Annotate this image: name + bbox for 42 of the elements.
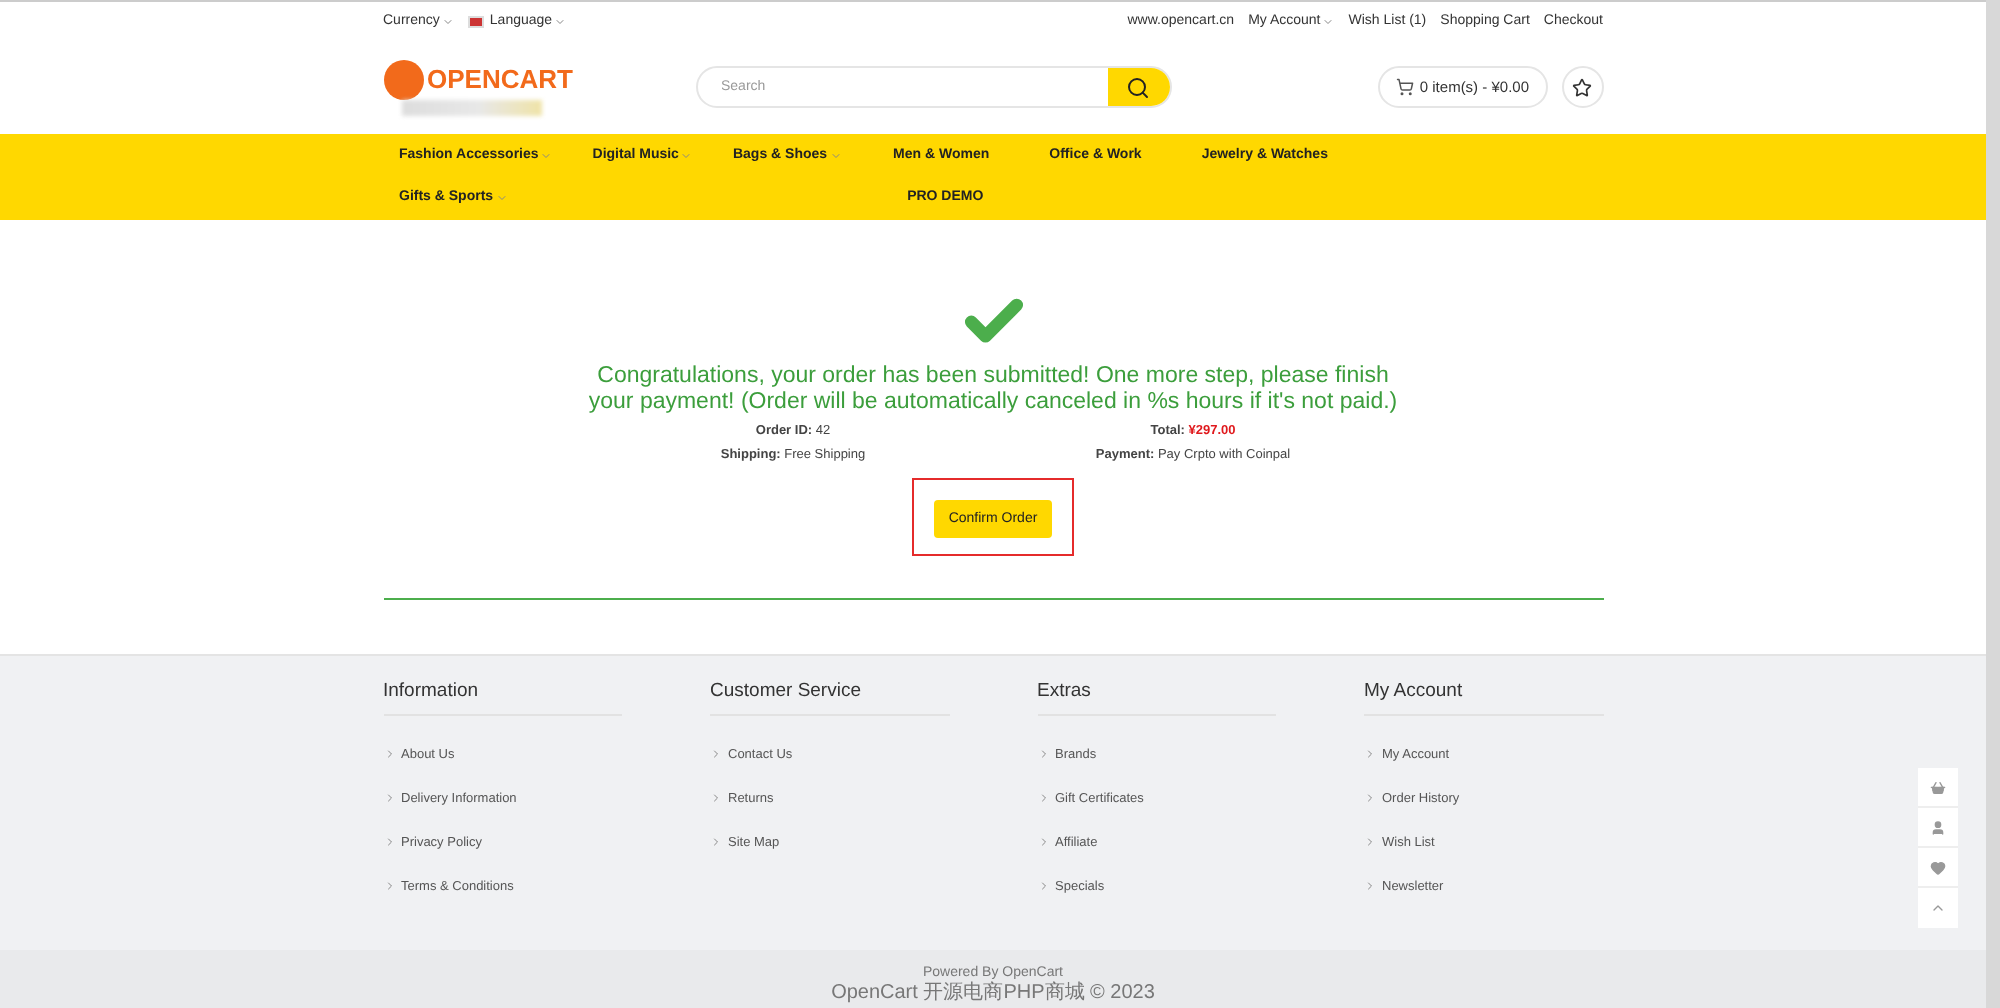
success-message: Congratulations, your order has been submitted! One more step, please finish your payment! (Order will be automatically canceled in %s hours if it's not paid.): [586, 364, 1400, 414]
basket-icon: [1930, 779, 1946, 795]
chevron-right-icon: [383, 836, 395, 848]
copyright-text: OpenCart 开源电商PHP商城 © 2023: [831, 982, 1155, 1004]
chevron-right-icon: [710, 748, 722, 760]
caret-icon: [554, 15, 567, 27]
caret-icon: [441, 15, 454, 27]
cart-icon: [1395, 78, 1414, 96]
chevron-right-icon: [1037, 792, 1049, 804]
footer-heading: Extras: [1037, 680, 1276, 716]
caret-icon: [829, 149, 842, 161]
search-button[interactable]: [1107, 68, 1169, 106]
chevron-right-icon: [1364, 748, 1376, 760]
caret-icon: [1322, 15, 1335, 27]
logo-icon: [383, 59, 423, 99]
chevron-right-icon: [710, 792, 722, 804]
chevron-right-icon: [710, 836, 722, 848]
chevron-right-icon: [383, 792, 395, 804]
chevron-right-icon: [1037, 836, 1049, 848]
star-icon: [1572, 77, 1592, 97]
heart-icon: [1930, 859, 1946, 875]
footer-heading: Customer Service: [710, 680, 949, 716]
caret-icon: [495, 191, 508, 203]
chevron-right-icon: [1364, 836, 1376, 848]
chevron-right-icon: [383, 880, 395, 892]
footer-heading: My Account: [1364, 680, 1603, 716]
side-toolbar-button[interactable]: [1918, 768, 1958, 808]
search-icon: [1126, 75, 1150, 99]
blurred-logo-subtitle: [401, 99, 541, 115]
chevron-right-icon: [383, 748, 395, 760]
caret-icon: [680, 149, 693, 161]
flag-icon: [467, 15, 484, 27]
logo-text: OPENCART: [427, 64, 573, 94]
footer-heading: Information: [383, 680, 622, 716]
chevron-right-icon: [1037, 748, 1049, 760]
wishlist-button[interactable]: [1561, 66, 1603, 108]
chevron-right-icon: [1364, 792, 1376, 804]
chevron-up-icon: [1930, 900, 1946, 916]
chevron-right-icon: [1364, 880, 1376, 892]
user-icon: [1930, 819, 1946, 835]
caret-icon: [540, 149, 553, 161]
chevron-right-icon: [1037, 880, 1049, 892]
